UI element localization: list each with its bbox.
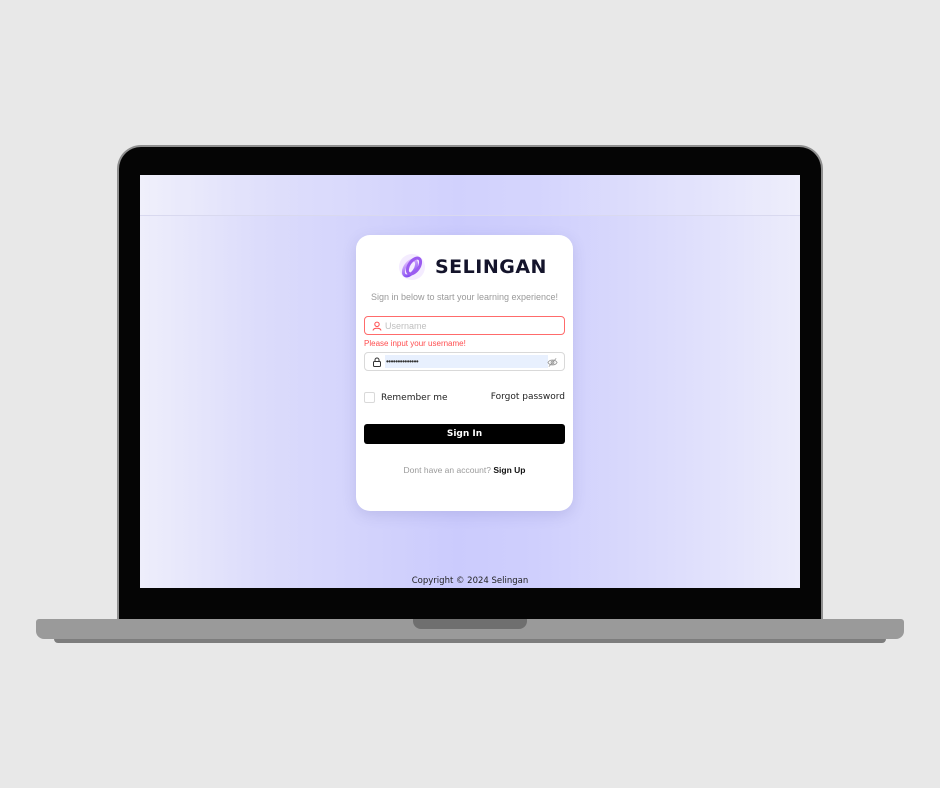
signup-prompt: Dont have an account?	[403, 465, 494, 475]
selingan-logo-icon	[399, 254, 425, 280]
top-bar	[140, 175, 800, 216]
username-error: Please input your username!	[364, 339, 466, 348]
remember-checkbox[interactable]	[364, 392, 375, 403]
copyright-footer: Copyright © 2024 Selingan	[411, 576, 529, 586]
password-field[interactable]: ••••••••••••••	[364, 352, 565, 371]
laptop-base-shadow	[54, 639, 886, 643]
remember-label: Remember me	[381, 392, 448, 403]
laptop-screen: SELINGAN Sign in below to start your lea…	[140, 175, 800, 588]
lock-icon	[373, 357, 381, 367]
brand: SELINGAN	[398, 252, 547, 282]
forgot-password-link[interactable]: Forgot password	[491, 392, 565, 402]
password-input[interactable]: ••••••••••••••	[385, 355, 548, 368]
brand-name: SELINGAN	[435, 256, 547, 278]
username-field[interactable]	[364, 316, 565, 335]
signup-row: Dont have an account? Sign Up	[356, 465, 573, 475]
sign-in-button[interactable]: Sign In	[364, 424, 565, 444]
eye-off-icon[interactable]	[547, 357, 558, 368]
signin-subtitle: Sign in below to start your learning exp…	[370, 292, 559, 302]
login-card: SELINGAN Sign in below to start your lea…	[356, 235, 573, 511]
username-input[interactable]	[385, 318, 535, 333]
laptop-notch	[413, 619, 527, 629]
sign-up-link[interactable]: Sign Up	[493, 465, 525, 475]
user-icon	[372, 321, 382, 331]
remember-me[interactable]: Remember me	[364, 392, 448, 403]
